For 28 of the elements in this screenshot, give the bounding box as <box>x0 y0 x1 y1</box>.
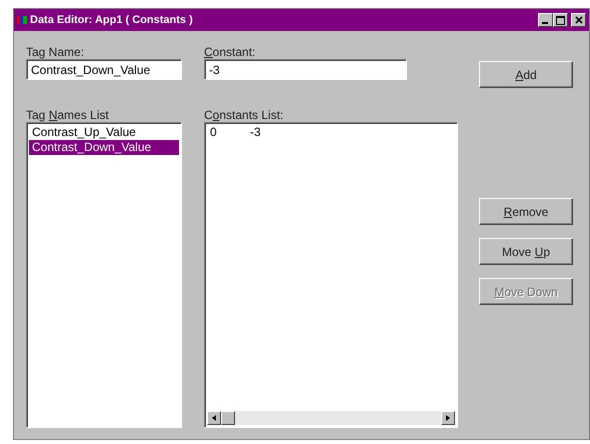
tag-name-label: Tag Name: <box>26 44 86 59</box>
scroll-right-button[interactable] <box>441 411 455 425</box>
value-cell-text: -3 <box>249 125 262 140</box>
close-icon <box>574 16 582 24</box>
maximize-icon <box>556 16 565 24</box>
horizontal-scrollbar[interactable] <box>207 411 455 425</box>
tag-name-field[interactable]: Contrast_Down_Value <box>26 59 182 80</box>
dialog-button[interactable]: Remove <box>479 198 573 225</box>
constants-list-label: Constants List: <box>204 107 284 122</box>
close-button[interactable] <box>571 13 586 27</box>
minimize-button[interactable] <box>538 13 553 27</box>
right-arrow-icon <box>446 415 450 421</box>
dialog-button[interactable]: Move Up <box>479 238 573 265</box>
list-item[interactable]: Contrast_Down_Value <box>29 140 179 155</box>
app-icon <box>17 15 27 25</box>
tag-names-list-label: Tag Names List <box>26 107 110 122</box>
scroll-thumb[interactable] <box>221 411 235 425</box>
list-item[interactable]: Contrast_Up_Value <box>29 125 179 140</box>
window-title: Data Editor: App1 ( Constants ) <box>30 12 193 28</box>
constant-label: Constant: <box>204 44 256 59</box>
constant-field[interactable]: -3 <box>204 59 407 80</box>
maximize-button[interactable] <box>553 13 568 27</box>
constants-list[interactable]: 0 -3 <box>204 122 458 428</box>
index-cell-text: 0 <box>209 125 218 140</box>
tag-names-list[interactable]: Contrast_Up_Value Contrast_Down_Value <box>26 122 182 428</box>
left-arrow-icon <box>212 415 216 421</box>
dialog-button[interactable]: Add <box>479 61 573 88</box>
scroll-left-button[interactable] <box>207 411 221 425</box>
